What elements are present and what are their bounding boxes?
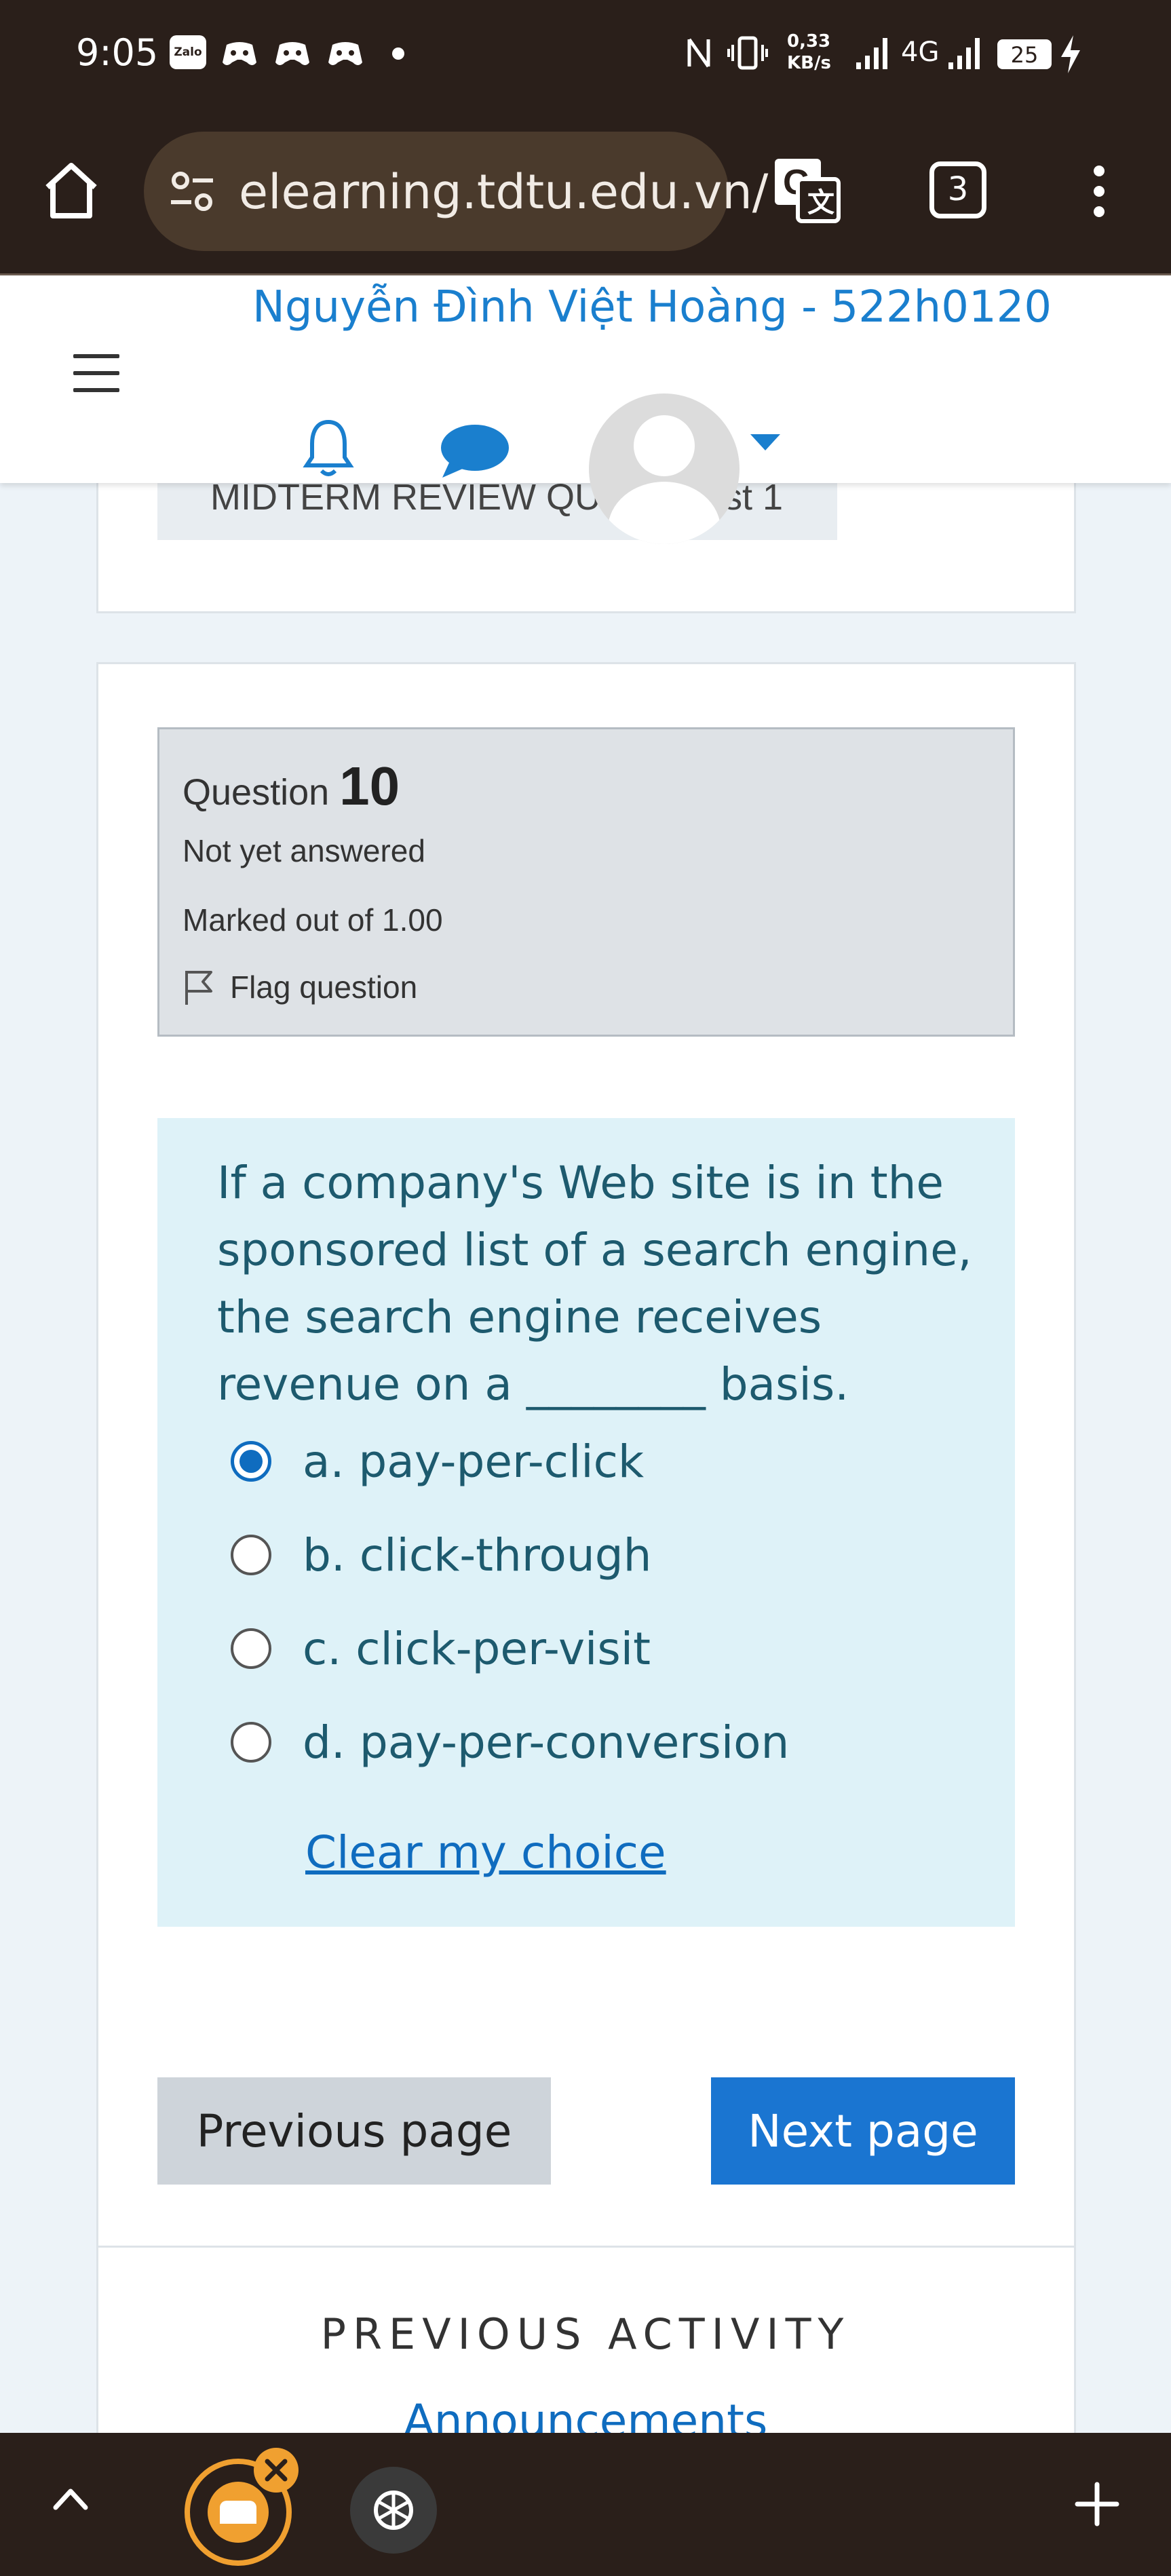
question-label: Question 10 (183, 755, 400, 818)
question-info: Question 10 Not yet answered Marked out … (157, 727, 1015, 1037)
status-bar: 9:05 Zalo 0,33 KB/s 4G 25 (0, 0, 1171, 109)
net-speed-value: 0,33 (787, 31, 831, 52)
vibrate-icon (727, 36, 768, 70)
answer-option-label[interactable]: d. pay-per-conversion (303, 1716, 789, 1769)
more-icon[interactable] (1086, 166, 1113, 220)
radio-button-a[interactable] (231, 1441, 271, 1482)
radio-button-d[interactable] (231, 1722, 271, 1763)
close-glyph (265, 2459, 288, 2482)
tab-count: 3 (947, 170, 969, 208)
question-status: Not yet answered (183, 833, 425, 868)
answer-option-b[interactable]: b. click-through (231, 1528, 651, 1582)
chatgpt-app-icon[interactable] (350, 2467, 437, 2554)
openai-logo-icon (374, 2491, 413, 2530)
home-icon[interactable] (42, 160, 100, 221)
bell-icon[interactable] (303, 417, 354, 479)
answer-option-label[interactable]: c. click-per-visit (303, 1623, 651, 1675)
radio-button-c[interactable] (231, 1628, 271, 1669)
url-text[interactable]: elearning.tdtu.edu.vn/ (239, 164, 768, 220)
browser-toolbar: elearning.tdtu.edu.vn/ G文 3 (0, 109, 1171, 275)
user-name[interactable]: Nguyễn Đình Việt Hoàng - 522h0120 (252, 282, 1052, 332)
question-label-text: Question (183, 772, 330, 813)
dropdown-icon[interactable] (749, 433, 782, 452)
flag-icon (185, 971, 212, 1005)
zalo-badge-label: Zalo (174, 45, 202, 59)
nfc-icon (687, 38, 710, 68)
address-bar[interactable]: elearning.tdtu.edu.vn/ (144, 132, 768, 251)
answer-option-c[interactable]: c. click-per-visit (231, 1621, 651, 1676)
plus-icon[interactable] (1075, 2482, 1119, 2526)
flag-question-button[interactable]: Flag question (183, 968, 417, 1006)
signal-icon (856, 38, 887, 69)
radio-button-b[interactable] (231, 1535, 271, 1575)
previous-page-button[interactable]: Previous page (157, 2077, 551, 2185)
battery-level: 25 (1010, 42, 1039, 68)
clear-choice-link[interactable]: Clear my choice (305, 1826, 666, 1879)
answer-option-d[interactable]: d. pay-per-conversion (231, 1715, 789, 1769)
net-speed-unit: KB/s (787, 53, 831, 73)
question-content: If a company's Web site is in the sponso… (157, 1118, 1015, 1927)
game-controller-icon (223, 42, 256, 65)
translate-icon[interactable]: G文 (771, 155, 843, 227)
question-number: 10 (339, 756, 400, 816)
hamburger-icon[interactable] (73, 354, 119, 392)
close-icon[interactable] (254, 2448, 299, 2493)
chevron-up-icon[interactable] (52, 2484, 90, 2512)
next-page-button[interactable]: Next page (711, 2077, 1015, 2185)
zalo-icon: Zalo (170, 35, 206, 69)
chat-icon[interactable] (437, 422, 512, 480)
network-type: 4G (901, 37, 940, 68)
signal-icon (948, 38, 980, 69)
site-settings-icon[interactable] (168, 170, 216, 214)
previous-activity-heading: PREVIOUS ACTIVITY (320, 2309, 851, 2359)
site-header: Nguyễn Đình Việt Hoàng - 522h0120 (0, 275, 1171, 544)
question-text: If a company's Web site is in the sponso… (217, 1157, 972, 1410)
status-time: 9:05 (76, 31, 159, 74)
question-marks: Marked out of 1.00 (183, 902, 443, 938)
game-controller-icon (328, 42, 362, 65)
answer-option-label[interactable]: a. pay-per-click (303, 1436, 644, 1488)
answer-option-a[interactable]: a. pay-per-click (231, 1434, 644, 1488)
battery-icon: 25 (997, 39, 1052, 69)
avatar[interactable] (589, 393, 740, 544)
charging-icon (1061, 35, 1080, 73)
flag-question-label[interactable]: Flag question (230, 969, 417, 1005)
game-controller-icon (275, 42, 309, 65)
bottom-toolbar (0, 2433, 1171, 2576)
notification-dot-icon (392, 47, 404, 60)
tabs-icon[interactable]: 3 (929, 161, 986, 218)
svg-text:文: 文 (807, 188, 834, 218)
answer-option-label[interactable]: b. click-through (303, 1529, 651, 1581)
